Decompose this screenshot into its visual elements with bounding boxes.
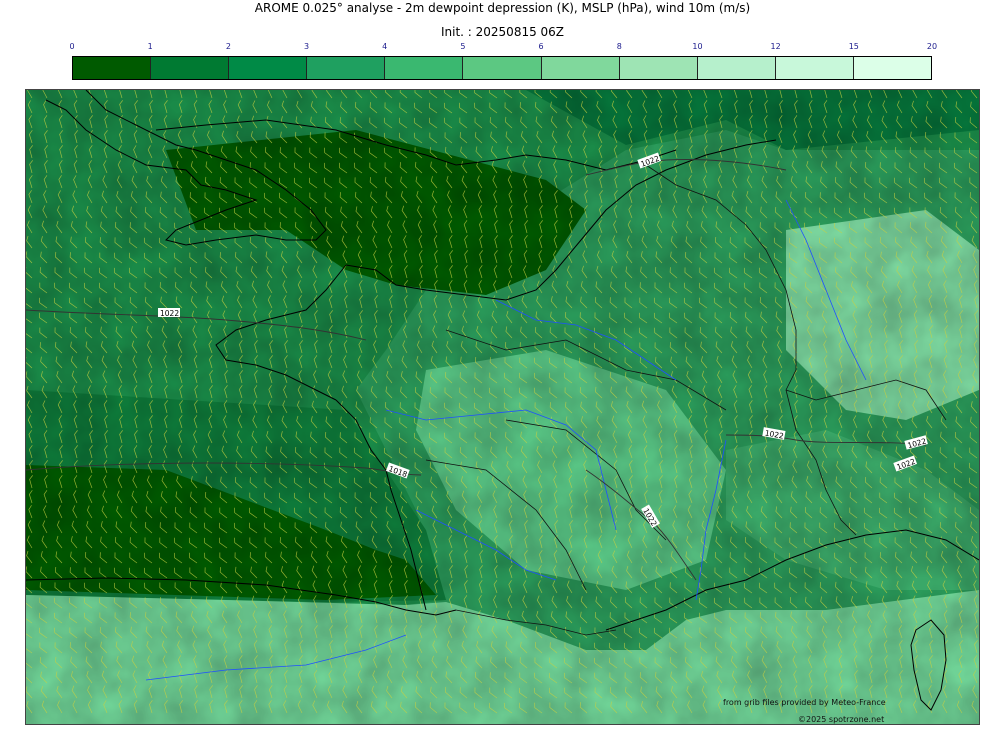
init-time: Init. : 20250815 06Z	[440, 25, 565, 39]
colorbar-segment	[463, 57, 542, 79]
colorbar-segment	[229, 57, 308, 79]
colorbar-tick-label: 15	[848, 42, 859, 51]
colorbar-segment	[73, 57, 152, 79]
colorbar-tick-label: 6	[538, 42, 544, 51]
colorbar-segment	[151, 57, 230, 79]
weather-map: 1022 1022 1018 1022 1022 1022 1022 from …	[25, 89, 980, 725]
colorbar	[72, 56, 932, 80]
colorbar-segment	[853, 57, 932, 79]
colorbar-tick-label: 12	[770, 42, 781, 51]
colorbar-tick-label: 5	[460, 42, 466, 51]
site-credit: ©2025 spotrzone.net	[798, 715, 884, 724]
colorbar-segment	[775, 57, 854, 79]
colorbar-tick-label: 20	[926, 42, 938, 51]
colorbar-segment	[697, 57, 776, 79]
colorbar-segment	[307, 57, 386, 79]
colorbar-tick-label: 1	[147, 42, 153, 51]
colorbar-tick-label: 10	[692, 42, 703, 51]
field-texture	[26, 90, 979, 724]
colorbar-tick-label: 3	[303, 42, 310, 51]
colorbar-tick-label: 8	[616, 42, 622, 51]
colorbar-tick-label: 4	[382, 42, 388, 51]
colorbar-tick-label: 2	[225, 42, 231, 51]
map-title: AROME 0.025° analyse - 2m dewpoint depre…	[254, 1, 751, 15]
data-credit: from grib files provided by Meteo-France	[723, 698, 886, 707]
colorbar-tick-label: 0	[69, 42, 75, 51]
colorbar-segment	[619, 57, 698, 79]
colorbar-segment	[385, 57, 464, 79]
isobar-label-1: 1022	[160, 309, 179, 318]
colorbar-segment	[541, 57, 620, 79]
